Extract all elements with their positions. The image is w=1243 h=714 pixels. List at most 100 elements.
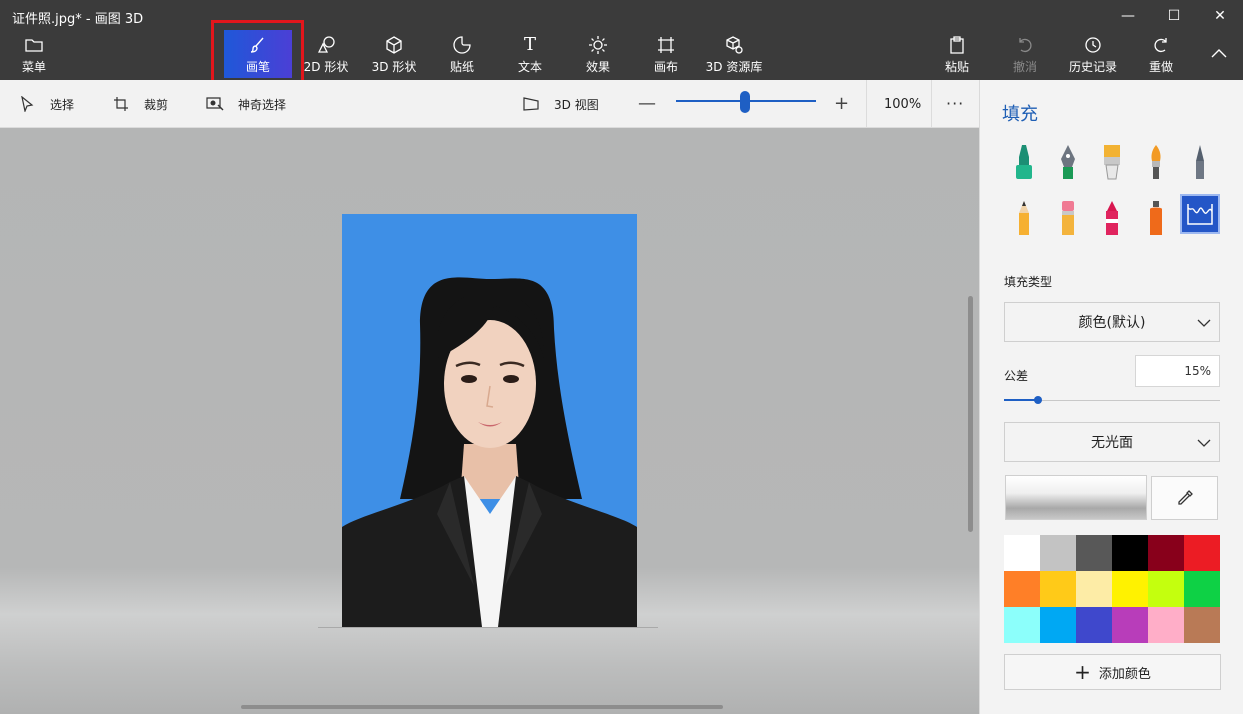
vertical-scrollbar[interactable] — [968, 296, 973, 532]
zoom-out-button[interactable]: — — [638, 93, 656, 114]
add-color-label: 添加颜色 — [1098, 666, 1151, 682]
toolbar-divider — [866, 80, 867, 128]
marker-brush[interactable] — [1004, 142, 1044, 182]
chevron-down-icon — [1197, 315, 1211, 331]
color-swatch[interactable] — [1076, 607, 1112, 643]
color-swatch[interactable] — [1112, 571, 1148, 607]
chevron-down-icon — [1197, 435, 1211, 451]
3d-library-tab[interactable]: 3D 资源库 — [704, 30, 764, 78]
sticker-icon — [451, 34, 473, 56]
folder-icon — [23, 34, 45, 56]
pencil-brush[interactable] — [1004, 198, 1044, 238]
collapse-ribbon-button[interactable] — [1204, 30, 1234, 78]
undo-button[interactable]: 撤消 — [1004, 30, 1046, 78]
horizontal-scrollbar[interactable] — [241, 705, 723, 709]
color-swatch[interactable] — [1004, 571, 1040, 607]
calligraphy-pen-brush[interactable] — [1048, 142, 1088, 182]
fill-type-dropdown[interactable]: 颜色(默认) — [1004, 302, 1220, 342]
color-swatch[interactable] — [1112, 607, 1148, 643]
library-icon — [723, 34, 745, 56]
stickers-tab[interactable]: 贴纸 — [440, 30, 484, 78]
color-swatch[interactable] — [1076, 571, 1112, 607]
text-icon: T — [523, 34, 536, 55]
effects-tab[interactable]: 效果 — [576, 30, 620, 78]
fill-type-value: 颜色(默认) — [1078, 315, 1146, 331]
crayon-icon — [1106, 201, 1118, 235]
spray-can-brush[interactable] — [1136, 198, 1176, 238]
tolerance-label: 公差 — [1004, 369, 1029, 383]
brush-icon — [247, 34, 269, 56]
text-tab[interactable]: T 文本 — [508, 30, 552, 78]
magic-select-tool[interactable]: 神奇选择 — [206, 95, 286, 113]
menu-button[interactable]: 菜单 — [12, 30, 56, 78]
color-swatch[interactable] — [1040, 571, 1076, 607]
history-icon — [1082, 34, 1104, 56]
current-color-preview[interactable] — [1005, 475, 1147, 520]
color-swatch[interactable] — [1076, 535, 1112, 571]
plus-icon: + — [1074, 660, 1091, 684]
marker-icon — [1016, 145, 1032, 179]
tolerance-input[interactable]: 15% — [1135, 355, 1220, 387]
3d-view-toggle[interactable]: 3D 视图 — [522, 95, 599, 113]
select-label: 选择 — [50, 97, 75, 112]
canvas-icon — [655, 34, 677, 56]
window-title: 证件照.jpg* - 画图 3D — [12, 12, 144, 27]
eyedropper-icon — [1177, 490, 1193, 505]
eyedropper-button[interactable] — [1151, 476, 1218, 520]
watercolor-icon — [1151, 145, 1161, 179]
minimize-button[interactable]: — — [1105, 0, 1151, 32]
select-tool[interactable]: 选择 — [18, 95, 74, 113]
add-color-button[interactable]: + 添加颜色 — [1004, 654, 1221, 690]
zoom-in-button[interactable]: + — [834, 93, 849, 114]
canvas-tab[interactable]: 画布 — [644, 30, 688, 78]
fill-brush[interactable] — [1180, 194, 1220, 234]
oil-brush[interactable] — [1092, 142, 1132, 182]
title-ribbon-bar: 证件照.jpg* - 画图 3D — ☐ ✕ 菜单 画笔 2D 形状 3D 形状… — [0, 0, 1243, 80]
color-swatch[interactable] — [1004, 607, 1040, 643]
history-label: 历史记录 — [1068, 59, 1117, 74]
maximize-button[interactable]: ☐ — [1151, 0, 1197, 32]
eraser-brush[interactable] — [1048, 198, 1088, 238]
color-swatch[interactable] — [1148, 535, 1184, 571]
brushes-tab[interactable]: 画笔 — [224, 30, 292, 78]
tolerance-slider-thumb[interactable] — [1034, 396, 1042, 404]
shapes-2d-label: 2D 形状 — [303, 59, 349, 74]
paste-button[interactable]: 粘贴 — [936, 30, 978, 78]
watercolor-brush[interactable] — [1136, 142, 1176, 182]
close-button[interactable]: ✕ — [1197, 0, 1243, 32]
oil-brush-icon — [1104, 145, 1120, 180]
color-swatch[interactable] — [1148, 607, 1184, 643]
clipboard-icon — [946, 34, 968, 56]
color-swatch[interactable] — [1184, 607, 1220, 643]
3d-view-label: 3D 视图 — [554, 97, 599, 112]
color-swatch[interactable] — [1040, 535, 1076, 571]
cube-icon — [383, 34, 405, 56]
color-swatch[interactable] — [1040, 607, 1076, 643]
shapes-2d-tab[interactable]: 2D 形状 — [298, 30, 354, 78]
color-swatch[interactable] — [1112, 535, 1148, 571]
effects-label: 效果 — [585, 59, 610, 74]
crop-tool[interactable]: 裁剪 — [112, 95, 168, 113]
color-swatch[interactable] — [1184, 535, 1220, 571]
more-options-button[interactable]: ··· — [946, 94, 964, 113]
zoom-slider-thumb[interactable] — [740, 91, 750, 113]
color-swatch[interactable] — [1184, 571, 1220, 607]
finish-dropdown[interactable]: 无光面 — [1004, 422, 1220, 462]
canvas-shadow — [318, 627, 658, 628]
finish-value: 无光面 — [1091, 435, 1133, 451]
id-photo-canvas[interactable] — [342, 214, 637, 627]
chevron-up-icon — [1208, 42, 1230, 64]
redo-label: 重做 — [1148, 59, 1173, 74]
undo-label: 撤消 — [1012, 59, 1037, 74]
crayon-brush[interactable] — [1092, 198, 1132, 238]
color-swatch[interactable] — [1004, 535, 1040, 571]
redo-icon — [1150, 34, 1172, 56]
pixel-pen-brush[interactable] — [1180, 142, 1220, 182]
color-swatch[interactable] — [1148, 571, 1184, 607]
toolbar-divider — [931, 80, 932, 128]
redo-button[interactable]: 重做 — [1140, 30, 1182, 78]
history-button[interactable]: 历史记录 — [1064, 30, 1122, 78]
shapes-3d-tab[interactable]: 3D 形状 — [366, 30, 422, 78]
brushes-label: 画笔 — [245, 59, 270, 74]
calligraphy-pen-icon — [1061, 145, 1075, 179]
